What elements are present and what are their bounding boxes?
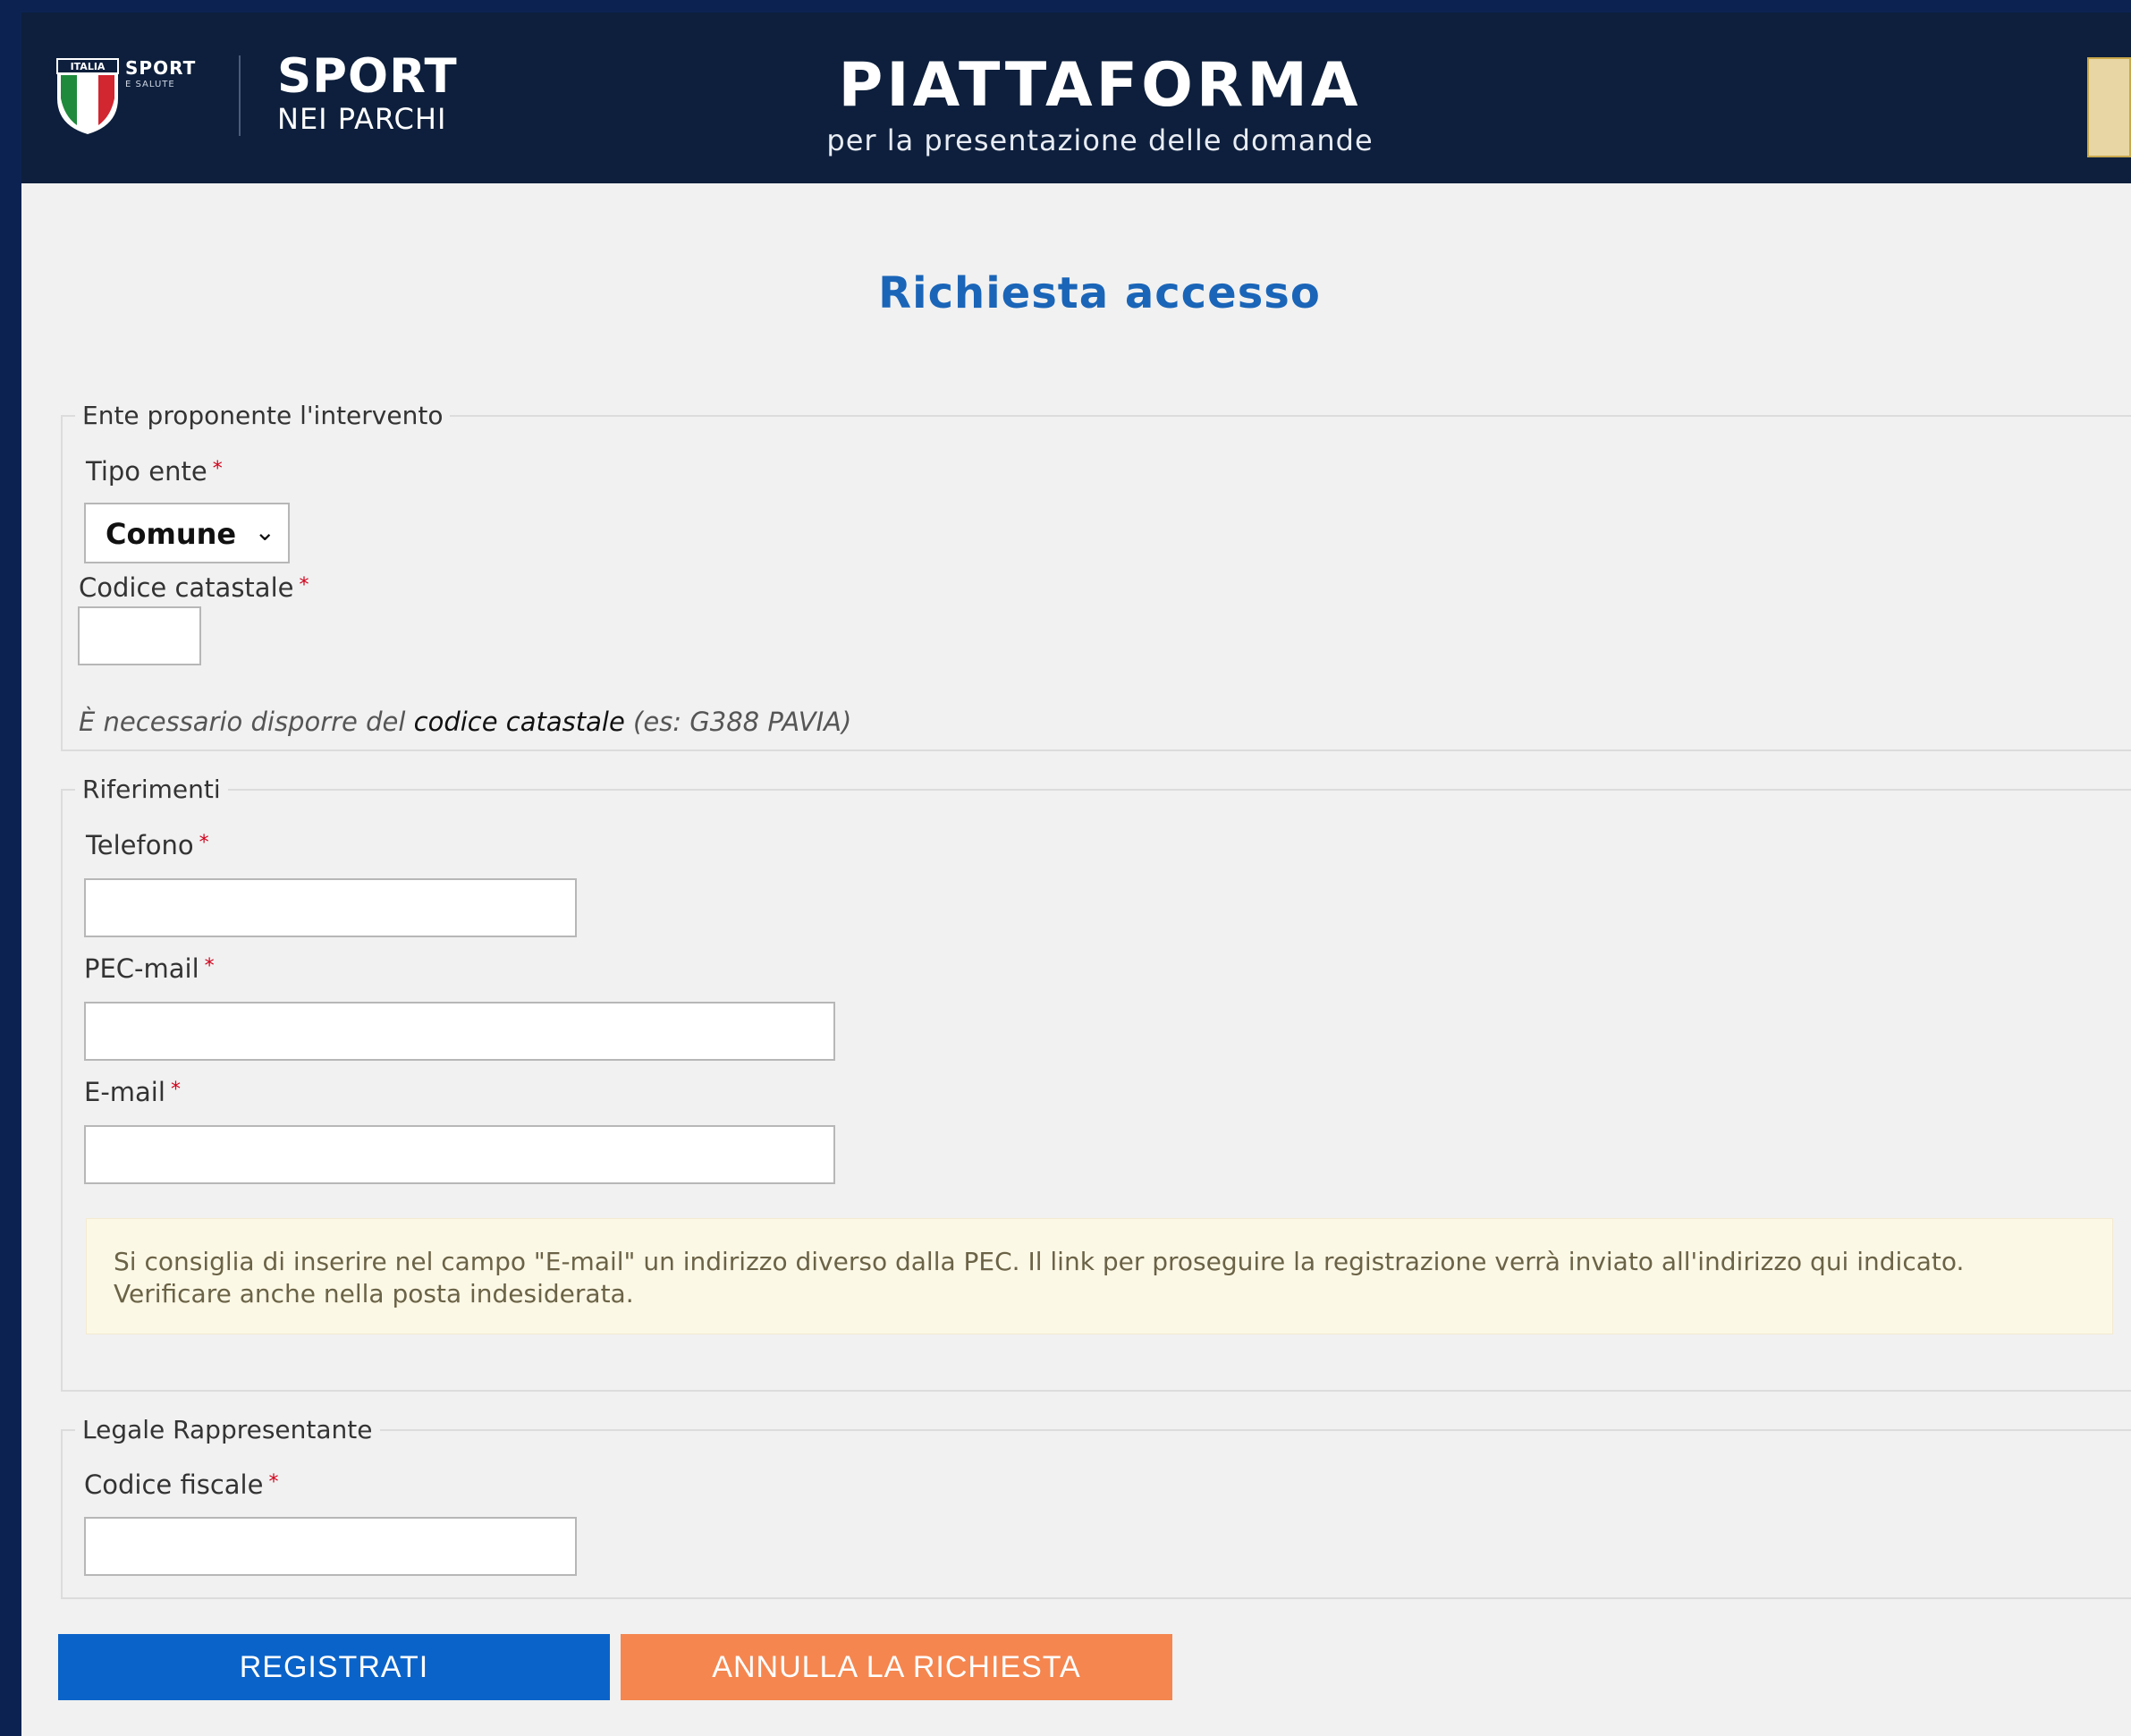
hint-strong: codice catastale bbox=[413, 707, 625, 737]
sport-title: SPORT bbox=[277, 49, 458, 104]
shield-text: ITALIA bbox=[71, 61, 106, 72]
sport-e-salute-logo: SPORT E SALUTE bbox=[125, 57, 196, 89]
platform-subtitle: per la presentazione delle domande bbox=[826, 123, 1374, 157]
telefono-input[interactable] bbox=[84, 878, 577, 937]
register-button[interactable]: REGISTRATI bbox=[58, 1634, 610, 1700]
codice-fiscale-input[interactable] bbox=[84, 1517, 577, 1576]
brand-top-label: SPORT bbox=[125, 57, 197, 79]
email-label-text: E-mail bbox=[84, 1077, 165, 1107]
required-asterisk: * bbox=[268, 1471, 279, 1494]
pec-mail-label: PEC-mail * bbox=[84, 953, 215, 984]
telefono-label: Telefono * bbox=[86, 830, 209, 860]
codice-catastale-label: Codice catastale * bbox=[79, 572, 309, 603]
required-asterisk: * bbox=[199, 832, 209, 854]
telefono-label-text: Telefono bbox=[86, 830, 194, 860]
platform-heading: PIATTAFORMA per la presentazione delle d… bbox=[733, 50, 1467, 158]
required-asterisk: * bbox=[299, 574, 309, 597]
tipo-ente-label: Tipo ente * bbox=[86, 456, 223, 487]
alert-line-2: Verificare anche nella posta indesiderat… bbox=[114, 1279, 634, 1308]
logo-divider bbox=[239, 55, 241, 136]
pec-mail-input[interactable] bbox=[84, 1002, 835, 1061]
sport-subtitle: NEI PARCHI bbox=[277, 102, 447, 136]
cancel-request-button[interactable]: ANNULLA LA RICHIESTA bbox=[621, 1634, 1172, 1700]
hint-prefix: È necessario disporre del bbox=[79, 707, 414, 737]
fieldset-ente: Ente proponente l'intervento bbox=[61, 401, 2131, 751]
codice-catastale-hint: È necessario disporre del codice catasta… bbox=[79, 707, 851, 737]
alert-line-1: Si consiglia di inserire nel campo "E-ma… bbox=[114, 1247, 1965, 1276]
email-label: E-mail * bbox=[84, 1077, 181, 1107]
italia-shield-logo: ITALIA bbox=[56, 58, 119, 134]
pec-mail-label-text: PEC-mail bbox=[84, 953, 199, 984]
codice-catastale-input[interactable] bbox=[78, 606, 201, 665]
email-advice-alert: Si consiglia di inserire nel campo "E-ma… bbox=[86, 1218, 2113, 1334]
chevron-down-icon: ⌄ bbox=[254, 517, 275, 546]
legend-ente: Ente proponente l'intervento bbox=[82, 401, 444, 430]
legend-riferimenti: Riferimenti bbox=[82, 775, 221, 804]
tipo-ente-select[interactable]: Comune ⌄ bbox=[84, 503, 290, 563]
required-asterisk: * bbox=[170, 1079, 181, 1101]
legend-legale: Legale Rappresentante bbox=[82, 1415, 373, 1444]
tipo-ente-label-text: Tipo ente bbox=[86, 456, 207, 487]
page-title: Richiesta accesso bbox=[878, 268, 1321, 318]
required-asterisk: * bbox=[212, 458, 223, 480]
platform-title: PIATTAFORMA bbox=[838, 50, 1362, 121]
tipo-ente-value: Comune bbox=[106, 517, 237, 551]
sport-nei-parchi-logo: SPORT NEI PARCHI bbox=[277, 49, 458, 136]
codice-catastale-label-text: Codice catastale bbox=[79, 572, 294, 603]
anci-logo bbox=[2087, 57, 2131, 157]
hint-suffix: (es: G388 PAVIA) bbox=[624, 707, 852, 737]
required-asterisk: * bbox=[204, 955, 215, 978]
codice-fiscale-label: Codice fiscale * bbox=[84, 1469, 278, 1500]
email-input[interactable] bbox=[84, 1125, 835, 1184]
brand-top-sublabel: E SALUTE bbox=[125, 80, 175, 89]
codice-fiscale-label-text: Codice fiscale bbox=[84, 1469, 264, 1500]
